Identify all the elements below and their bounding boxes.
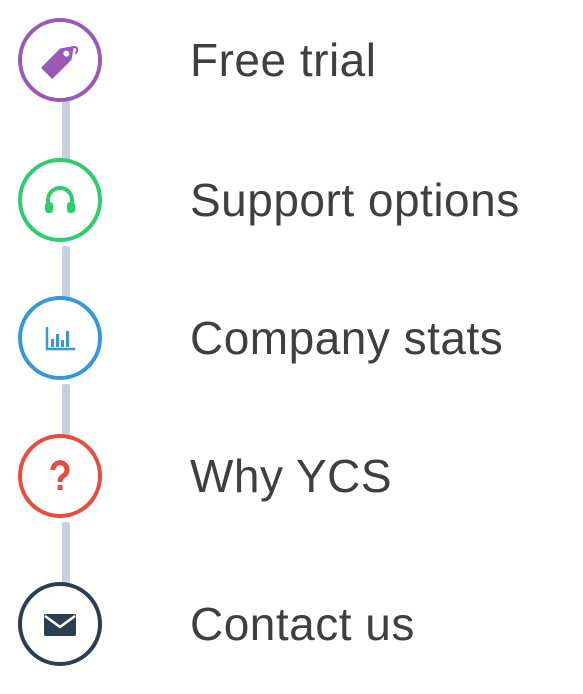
question-mark-icon — [40, 456, 80, 496]
nav-item-support-options[interactable]: Support options — [18, 152, 578, 248]
nav-item-label: Free trial — [190, 34, 377, 86]
nav-item-contact-us[interactable]: Contact us — [18, 576, 578, 672]
nav-item-label: Contact us — [190, 598, 415, 650]
nav-item-free-trial[interactable]: Free trial — [18, 12, 578, 108]
envelope-icon — [39, 603, 81, 645]
nav-item-label: Company stats — [190, 312, 504, 364]
nav-item-icon-circle — [18, 582, 102, 666]
nav-item-icon-circle — [18, 296, 102, 380]
nav-item-icon-circle — [18, 434, 102, 518]
price-tag-icon — [38, 38, 82, 82]
vertical-step-nav: Free trial Support options Company stats… — [0, 0, 583, 694]
nav-item-label: Why YCS — [190, 450, 393, 502]
bar-chart-icon — [40, 318, 80, 358]
nav-item-company-stats[interactable]: Company stats — [18, 290, 578, 386]
nav-item-label: Support options — [190, 174, 520, 226]
nav-item-why-ycs[interactable]: Why YCS — [18, 428, 578, 524]
headphones-icon — [40, 180, 80, 220]
nav-item-icon-circle — [18, 158, 102, 242]
nav-item-icon-circle — [18, 18, 102, 102]
